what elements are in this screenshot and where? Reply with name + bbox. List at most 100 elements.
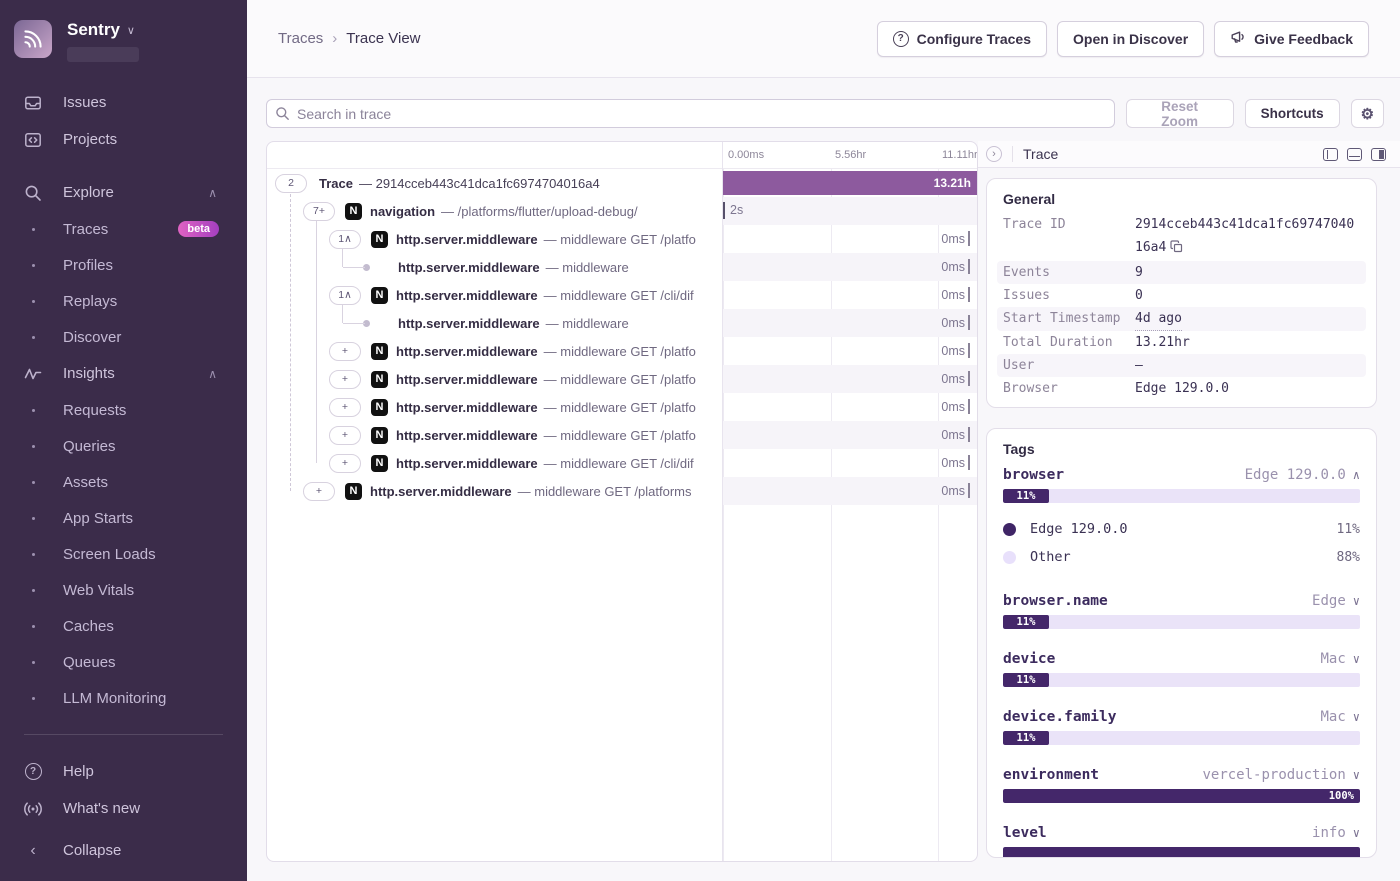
sidebar-item-discover[interactable]: Discover xyxy=(0,319,247,355)
tag-legend: Edge 129.0.0 11% Other 88% xyxy=(1003,515,1360,571)
sidebar-item-web-vitals[interactable]: Web Vitals xyxy=(0,572,247,608)
trace-duration-bar[interactable]: 13.21h xyxy=(723,171,977,195)
sidebar-item-queries[interactable]: Queries xyxy=(0,428,247,464)
collapse-button[interactable]: ‹ Collapse xyxy=(0,832,247,869)
span-row-trace[interactable]: 2 Trace — 2914cceb443c41dca1fc6974704016… xyxy=(267,169,977,197)
span-duration: 0ms xyxy=(941,483,970,498)
span-row-middleware[interactable]: 1∧ N http.server.middleware — middleware… xyxy=(267,281,977,309)
sidebar-item-assets[interactable]: Assets xyxy=(0,464,247,500)
span-row-middleware[interactable]: + N http.server.middleware — middleware … xyxy=(267,477,977,505)
tag-distribution-bar[interactable]: 100% xyxy=(1003,789,1360,803)
tag-distribution-bar[interactable] xyxy=(1003,847,1360,858)
expand-pill[interactable]: + xyxy=(329,370,361,389)
sidebar-item-replays[interactable]: Replays xyxy=(0,283,247,319)
nextjs-icon: N xyxy=(371,371,388,388)
expand-pill[interactable]: + xyxy=(329,454,361,473)
tick-0: 0.00ms xyxy=(728,149,764,161)
collapse-panel-icon[interactable]: › xyxy=(986,146,1002,162)
span-row-navigation[interactable]: 7+ N navigation — /platforms/flutter/upl… xyxy=(267,197,977,225)
span-row-middleware[interactable]: + N http.server.middleware — middleware … xyxy=(267,337,977,365)
general-row-events: Events 9 xyxy=(997,261,1366,284)
pulse-icon xyxy=(24,365,42,383)
sidebar-item-queues[interactable]: Queues xyxy=(0,644,247,680)
general-card: General Trace ID 2914cceb443c41dca1fc697… xyxy=(986,178,1377,408)
topbar: Traces › Trace View ? Configure Traces O… xyxy=(247,0,1400,78)
copy-icon[interactable] xyxy=(1170,242,1183,257)
legend-row[interactable]: Other 88% xyxy=(1003,543,1360,571)
nextjs-icon: N xyxy=(345,203,362,220)
inbox-icon xyxy=(24,94,42,112)
span-row-middleware[interactable]: + N http.server.middleware — middleware … xyxy=(267,421,977,449)
sidebar-item-help[interactable]: ? Help xyxy=(0,753,247,790)
sidebar-section-explore[interactable]: Explore ∧ xyxy=(0,174,247,211)
chevron-down-icon[interactable]: ∨ xyxy=(1353,768,1360,782)
nextjs-icon: N xyxy=(371,455,388,472)
span-row-middleware[interactable]: 1∧ N http.server.middleware — middleware… xyxy=(267,225,977,253)
span-row-middleware[interactable]: + N http.server.middleware — middleware … xyxy=(267,449,977,477)
sidebar-item-app-starts[interactable]: App Starts xyxy=(0,500,247,536)
dock-bottom-icon[interactable] xyxy=(1347,148,1362,161)
shortcuts-button[interactable]: Shortcuts xyxy=(1245,99,1340,128)
tag-distribution-bar[interactable]: 11% xyxy=(1003,489,1360,503)
expand-pill[interactable]: + xyxy=(329,426,361,445)
open-in-discover-button[interactable]: Open in Discover xyxy=(1057,21,1204,57)
search-input[interactable] xyxy=(266,99,1115,128)
legend-dot-icon xyxy=(1003,551,1016,564)
dock-right-icon[interactable] xyxy=(1371,148,1386,161)
sidebar-section-insights[interactable]: Insights ∧ xyxy=(0,355,247,392)
sidebar-item-projects[interactable]: Projects xyxy=(0,121,247,158)
nextjs-icon: N xyxy=(371,427,388,444)
expand-pill[interactable]: + xyxy=(329,398,361,417)
legend-dot-icon xyxy=(1003,523,1016,536)
tag-environment: environment vercel-production ∨ 100% xyxy=(1003,767,1360,803)
org-header[interactable]: Sentry ∨ xyxy=(0,0,247,62)
settings-gear-button[interactable]: ⚙ xyxy=(1351,99,1384,128)
collapse-pill[interactable]: 1∧ xyxy=(329,286,361,305)
span-row-middleware[interactable]: + N http.server.middleware — middleware … xyxy=(267,393,977,421)
legend-row[interactable]: Edge 129.0.0 11% xyxy=(1003,515,1360,543)
sentry-logo-icon xyxy=(14,20,52,58)
trace-toolbar: Reset Zoom Shortcuts ⚙ xyxy=(266,99,1384,128)
nextjs-icon: N xyxy=(371,231,388,248)
sidebar-item-screen-loads[interactable]: Screen Loads xyxy=(0,536,247,572)
org-subtitle-redacted xyxy=(67,47,139,62)
chevron-down-icon[interactable]: ∨ xyxy=(1353,652,1360,666)
sidebar-item-profiles[interactable]: Profiles xyxy=(0,247,247,283)
sidebar-item-traces[interactable]: Traces beta xyxy=(0,211,247,247)
dock-left-icon[interactable] xyxy=(1323,148,1338,161)
tag-distribution-bar[interactable]: 11% xyxy=(1003,673,1360,687)
chevron-down-icon[interactable]: ∨ xyxy=(1353,826,1360,840)
span-duration: 0ms xyxy=(941,399,970,414)
sidebar-item-issues[interactable]: Issues xyxy=(0,84,247,121)
span-duration: 0ms xyxy=(941,343,970,358)
breadcrumb: Traces › Trace View xyxy=(278,30,421,47)
sidebar-item-llm-monitoring[interactable]: LLM Monitoring xyxy=(0,680,247,716)
chevron-down-icon[interactable]: ∨ xyxy=(1353,710,1360,724)
reset-zoom-button[interactable]: Reset Zoom xyxy=(1126,99,1234,128)
span-rows: 2 Trace — 2914cceb443c41dca1fc6974704016… xyxy=(267,169,977,505)
nextjs-icon: N xyxy=(371,343,388,360)
sidebar-item-caches[interactable]: Caches xyxy=(0,608,247,644)
give-feedback-button[interactable]: Give Feedback xyxy=(1214,21,1369,57)
expand-pill[interactable]: 7+ xyxy=(303,202,335,221)
span-row-middleware-child[interactable]: http.server.middleware — middleware 0ms xyxy=(267,309,977,337)
chevron-left-icon: ‹ xyxy=(24,842,42,860)
tag-distribution-bar[interactable]: 11% xyxy=(1003,731,1360,745)
span-count-pill[interactable]: 2 xyxy=(275,174,307,193)
sidebar-item-whats-new[interactable]: What's new xyxy=(0,790,247,827)
nextjs-icon: N xyxy=(371,399,388,416)
chevron-up-icon[interactable]: ∧ xyxy=(1353,468,1360,482)
tag-device-family: device.family Mac ∨ 11% xyxy=(1003,709,1360,745)
expand-pill[interactable]: + xyxy=(329,342,361,361)
span-row-middleware[interactable]: + N http.server.middleware — middleware … xyxy=(267,365,977,393)
breadcrumb-trace-view: Trace View xyxy=(346,30,420,47)
expand-pill[interactable]: + xyxy=(303,482,335,501)
breadcrumb-traces[interactable]: Traces xyxy=(278,30,323,47)
sidebar-item-requests[interactable]: Requests xyxy=(0,392,247,428)
details-tab-trace[interactable]: Trace xyxy=(1023,146,1058,162)
configure-traces-button[interactable]: ? Configure Traces xyxy=(877,21,1047,57)
chevron-down-icon[interactable]: ∨ xyxy=(1353,594,1360,608)
tag-distribution-bar[interactable]: 11% xyxy=(1003,615,1360,629)
collapse-pill[interactable]: 1∧ xyxy=(329,230,361,249)
span-row-middleware-child[interactable]: http.server.middleware — middleware 0ms xyxy=(267,253,977,281)
